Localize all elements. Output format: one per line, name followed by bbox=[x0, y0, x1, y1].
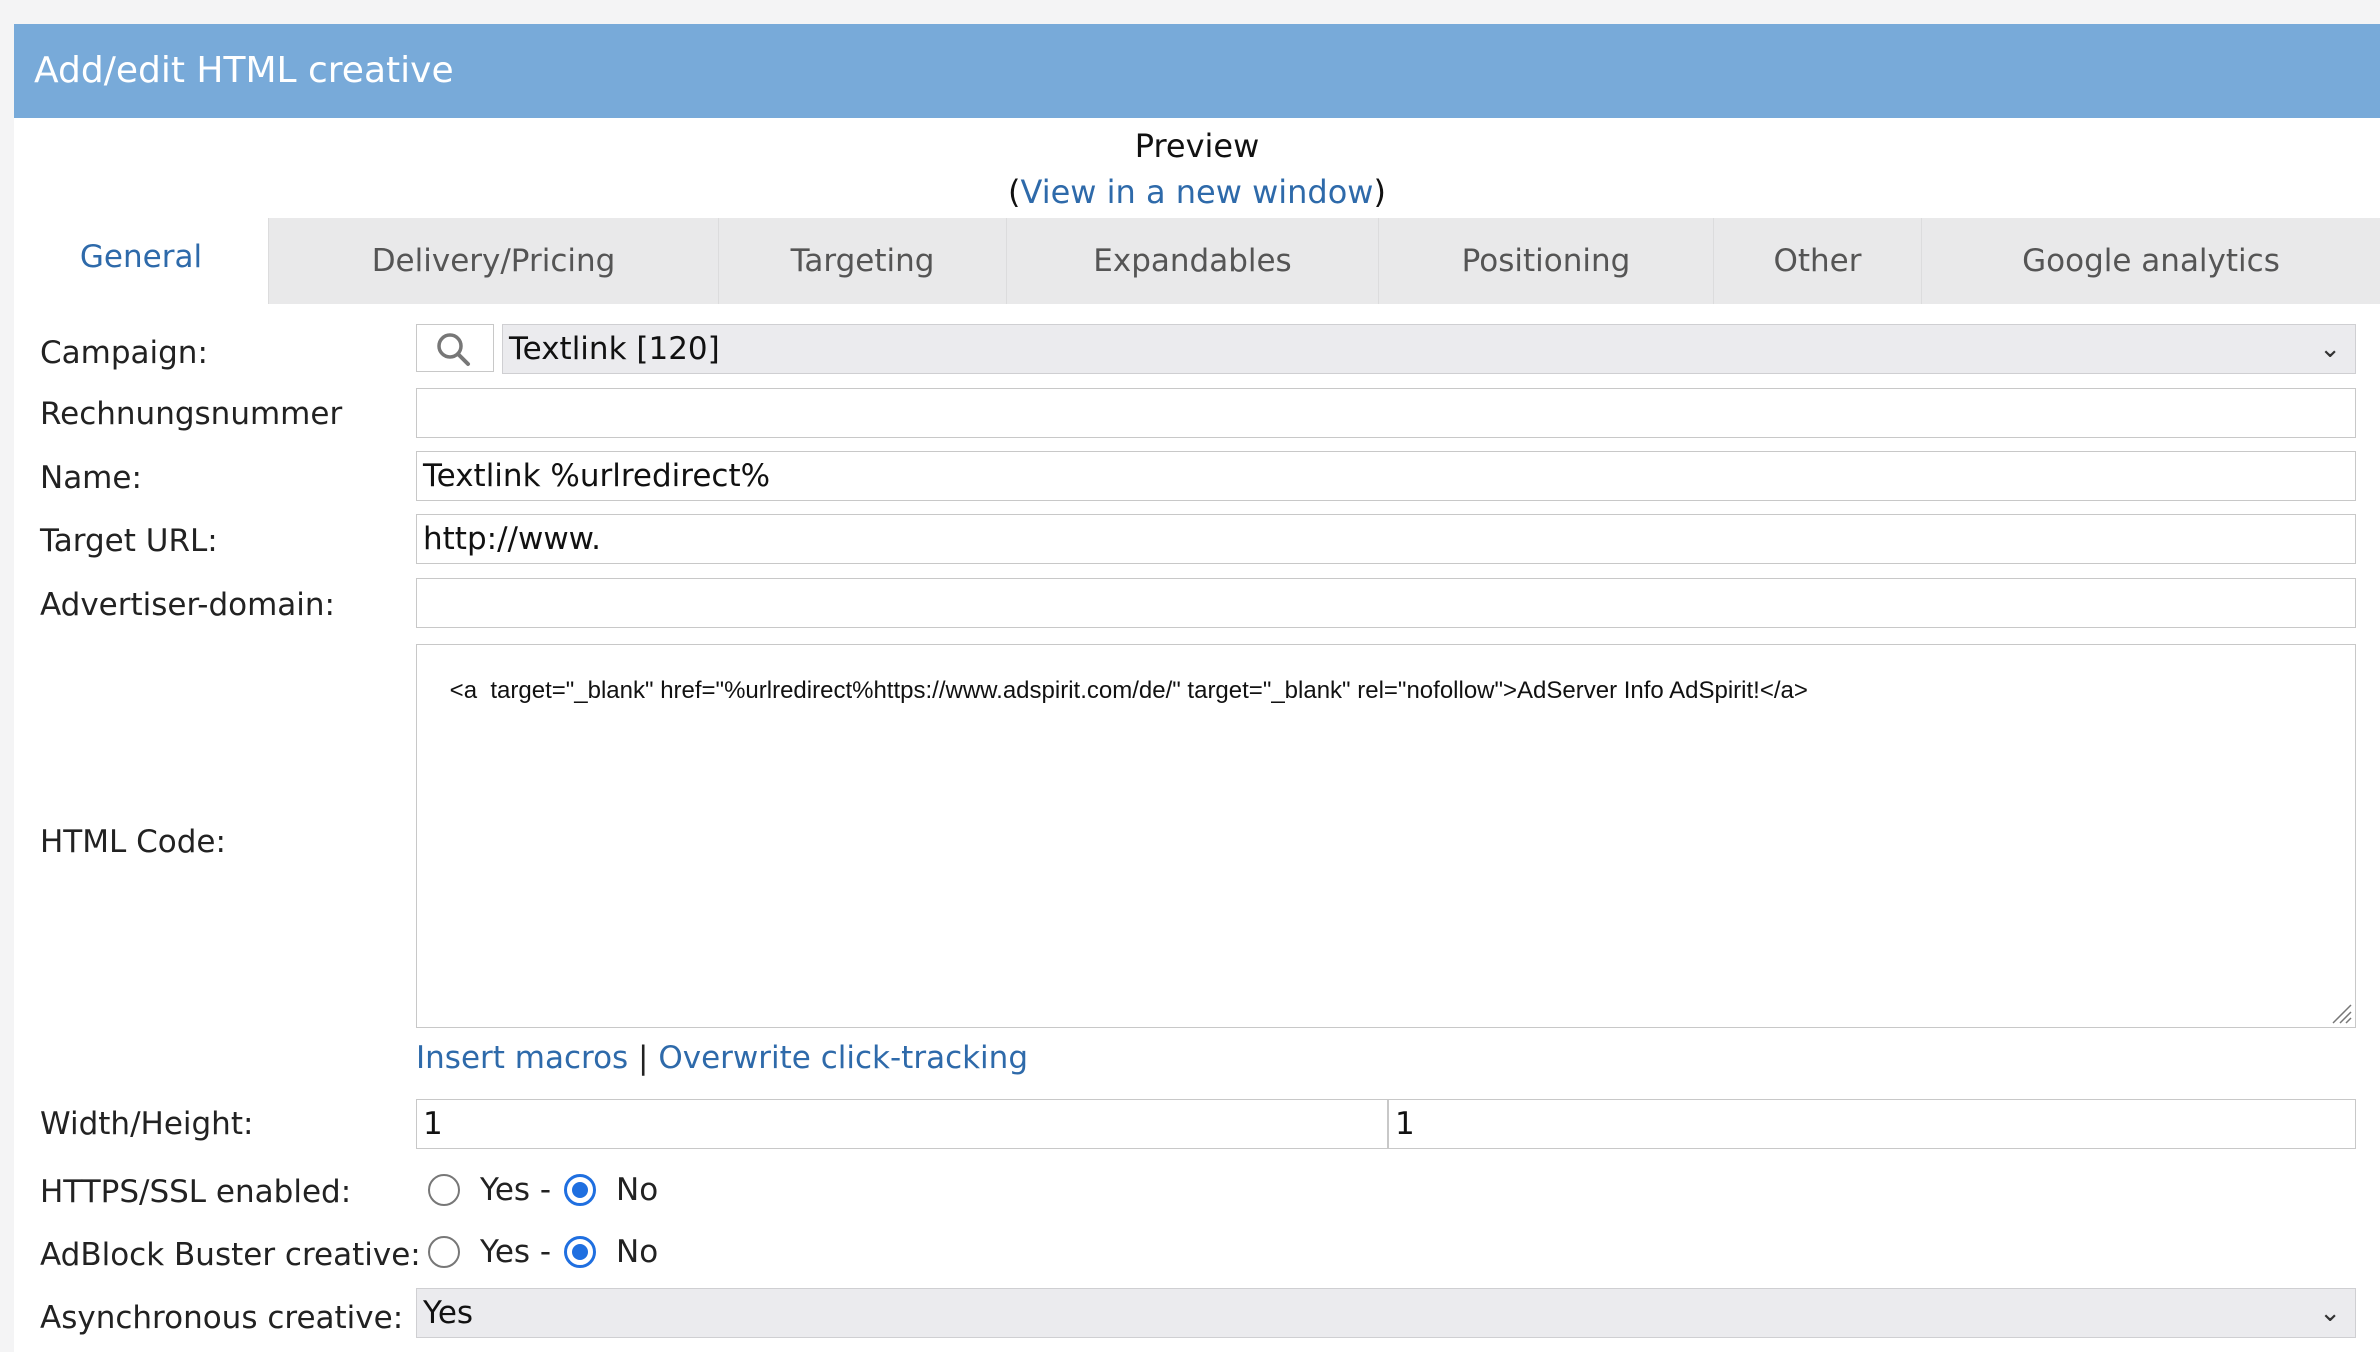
panel-title: Add/edit HTML creative bbox=[14, 24, 2380, 118]
link-separator: | bbox=[638, 1040, 649, 1076]
tab-delivery-pricing[interactable]: Delivery/Pricing bbox=[268, 218, 718, 304]
name-input[interactable]: Textlink %urlredirect% bbox=[416, 451, 2356, 501]
adblock-label: AdBlock Buster creative: bbox=[40, 1237, 421, 1273]
overwrite-click-tracking-link[interactable]: Overwrite click-tracking bbox=[658, 1040, 1028, 1076]
advertiser-domain-label: Advertiser-domain: bbox=[40, 587, 335, 623]
insert-macros-link[interactable]: Insert macros bbox=[416, 1040, 628, 1076]
adblock-no-radio[interactable] bbox=[564, 1236, 596, 1268]
preview-label: Preview bbox=[1134, 127, 1260, 165]
preview-link-line: (View in a new window) bbox=[14, 170, 2380, 214]
tab-positioning[interactable]: Positioning bbox=[1378, 218, 1713, 304]
https-yes-radio[interactable] bbox=[428, 1174, 460, 1206]
tab-general[interactable]: General bbox=[14, 210, 268, 304]
tab-other[interactable]: Other bbox=[1713, 218, 1921, 304]
https-yes-label: Yes - bbox=[480, 1172, 552, 1208]
code-links: Insert macros | Overwrite click-tracking bbox=[416, 1036, 1028, 1080]
html-code-label: HTML Code: bbox=[40, 824, 226, 860]
invoice-number-label: Rechnungsnummer bbox=[40, 396, 343, 432]
search-icon bbox=[437, 333, 470, 366]
tab-google-analytics[interactable]: Google analytics bbox=[1921, 218, 2380, 304]
view-in-new-window-link[interactable]: View in a new window bbox=[1021, 173, 1374, 211]
adblock-yes-radio[interactable] bbox=[428, 1236, 460, 1268]
chevron-down-icon: ⌄ bbox=[2319, 334, 2341, 364]
https-label: HTTPS/SSL enabled: bbox=[40, 1174, 352, 1210]
campaign-search-button[interactable] bbox=[416, 324, 494, 372]
close-paren: ) bbox=[1373, 173, 1386, 211]
async-label: Asynchronous creative: bbox=[40, 1300, 404, 1336]
https-no-label: No bbox=[616, 1172, 659, 1208]
https-no-radio[interactable] bbox=[564, 1174, 596, 1206]
height-input[interactable]: 1 bbox=[1388, 1099, 2356, 1149]
campaign-label: Campaign: bbox=[40, 335, 208, 371]
name-label: Name: bbox=[40, 460, 142, 496]
target-url-input[interactable]: http://www. bbox=[416, 514, 2356, 564]
width-input[interactable]: 1 bbox=[416, 1099, 1388, 1149]
campaign-select-value: Textlink [120] bbox=[509, 331, 720, 367]
chevron-down-icon: ⌄ bbox=[2319, 1298, 2341, 1328]
resize-grip-icon[interactable] bbox=[2329, 1001, 2353, 1025]
html-code-text: <a target="_blank" href="%urlredirect%ht… bbox=[449, 677, 1808, 704]
advertiser-domain-input[interactable] bbox=[416, 578, 2356, 628]
tab-bar: General Delivery/Pricing Targeting Expan… bbox=[14, 210, 2380, 304]
adblock-yes-label: Yes - bbox=[480, 1234, 552, 1270]
adblock-no-label: No bbox=[616, 1234, 659, 1270]
campaign-select[interactable]: Textlink [120] ⌄ bbox=[502, 324, 2356, 374]
width-height-label: Width/Height: bbox=[40, 1106, 254, 1142]
async-select[interactable]: Yes ⌄ bbox=[416, 1288, 2356, 1338]
open-paren: ( bbox=[1008, 173, 1021, 211]
async-select-value: Yes bbox=[423, 1295, 474, 1331]
tab-targeting[interactable]: Targeting bbox=[718, 218, 1006, 304]
tab-expandables[interactable]: Expandables bbox=[1006, 218, 1378, 304]
target-url-label: Target URL: bbox=[40, 523, 218, 559]
creative-panel: Add/edit HTML creative Preview (View in … bbox=[14, 24, 2380, 1352]
html-code-textarea[interactable]: <a target="_blank" href="%urlredirect%ht… bbox=[416, 644, 2356, 1028]
invoice-number-input[interactable] bbox=[416, 388, 2356, 438]
